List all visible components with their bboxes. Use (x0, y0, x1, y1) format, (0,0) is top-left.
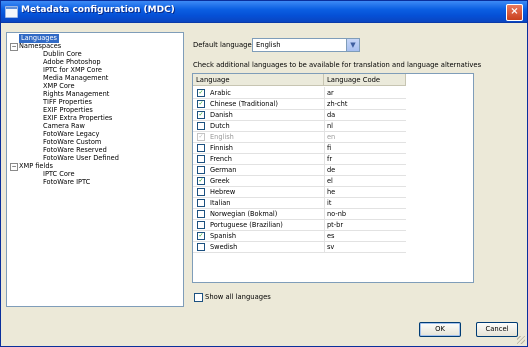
language-code: ar (327, 89, 334, 97)
language-cell: Portuguese (Brazilian) (193, 219, 325, 230)
language-code: fr (327, 155, 333, 163)
instructions-text: Check additional languages to be availab… (193, 61, 482, 69)
language-checkbox[interactable]: ✓ (197, 100, 205, 108)
language-cell: ✓ English (193, 131, 325, 142)
language-cell: ✓ Spanish (193, 230, 325, 241)
column-header-code[interactable]: Language Code (324, 74, 406, 86)
language-code: fi (327, 144, 332, 152)
language-checkbox[interactable] (197, 210, 205, 218)
language-cell: ✓ Arabic (193, 87, 325, 98)
default-language-label: Default language: (193, 41, 254, 49)
language-name: Chinese (Traditional) (210, 100, 278, 108)
language-code: no-nb (327, 210, 347, 218)
title-bar[interactable]: Metadata configuration (MDC) × (1, 1, 527, 23)
language-name: Portuguese (Brazilian) (210, 221, 283, 229)
language-name: Spanish (210, 232, 237, 240)
tree-item[interactable]: FotoWare User Defined (43, 154, 119, 163)
language-checkbox[interactable] (197, 122, 205, 130)
window-icon (5, 6, 18, 18)
language-cell: Dutch (193, 120, 325, 131)
language-code: he (327, 188, 336, 196)
window-title: Metadata configuration (MDC) (21, 5, 175, 15)
language-checkbox[interactable] (197, 221, 205, 229)
chevron-down-icon[interactable]: ▼ (346, 39, 359, 51)
language-checkbox[interactable] (197, 155, 205, 163)
language-cell: Italian (193, 197, 325, 208)
tree-expander-icon[interactable]: − (10, 163, 18, 171)
language-name: Greek (210, 177, 230, 185)
language-code: pt-br (327, 221, 344, 229)
language-cell: ✓ Greek (193, 175, 325, 186)
cancel-button[interactable]: Cancel (476, 322, 518, 337)
language-name: Finnish (210, 144, 233, 152)
language-name: Hebrew (210, 188, 236, 196)
language-code: it (327, 199, 332, 207)
language-cell: ✓ Danish (193, 109, 325, 120)
language-code: da (327, 111, 336, 119)
language-name: Danish (210, 111, 233, 119)
language-code: de (327, 166, 336, 174)
language-code: sv (327, 243, 335, 251)
language-checkbox[interactable] (197, 144, 205, 152)
language-checkbox[interactable]: ✓ (197, 111, 205, 119)
languages-table: Language Language Code ✓ Arabic ar ✓ Chinese… (192, 73, 474, 283)
language-name: Dutch (210, 122, 230, 130)
language-checkbox[interactable]: ✓ (197, 89, 205, 97)
language-name: Norwegian (Bokmal) (210, 210, 278, 218)
language-name: Arabic (210, 89, 231, 97)
language-checkbox: ✓ (197, 133, 205, 141)
language-name: Swedish (210, 243, 238, 251)
language-name: Italian (210, 199, 231, 207)
tree-expander-icon[interactable]: − (10, 43, 18, 51)
language-checkbox[interactable]: ✓ (197, 177, 205, 185)
show-all-label: Show all languages (205, 293, 271, 301)
language-checkbox[interactable] (197, 199, 205, 207)
language-checkbox[interactable] (197, 188, 205, 196)
language-checkbox[interactable] (197, 243, 205, 251)
language-code: es (327, 232, 335, 240)
language-cell: French (193, 153, 325, 164)
language-cell: ✓ Chinese (Traditional) (193, 98, 325, 109)
language-cell: Hebrew (193, 186, 325, 197)
language-code: en (327, 133, 336, 141)
language-code: nl (327, 122, 334, 130)
category-tree: Languages − Namespaces Dublin Core Adobe Pho… (6, 32, 184, 307)
language-code: el (327, 177, 333, 185)
language-name: English (210, 133, 234, 141)
table-row[interactable]: Swedish sv (193, 241, 406, 253)
language-cell: Finnish (193, 142, 325, 153)
dialog-window: Metadata configuration (MDC) × Languages… (0, 0, 528, 347)
column-header-language[interactable]: Language (193, 74, 324, 86)
language-cell: Norwegian (Bokmal) (193, 208, 325, 219)
language-name: French (210, 155, 232, 163)
language-cell: German (193, 164, 325, 175)
language-name: German (210, 166, 237, 174)
language-code: zh-cht (327, 100, 348, 108)
language-checkbox[interactable]: ✓ (197, 232, 205, 240)
tree-item[interactable]: FotoWare IPTC (43, 178, 90, 187)
default-language-value: English (256, 41, 281, 49)
language-cell: Swedish (193, 241, 325, 252)
default-language-select[interactable]: English ▼ (252, 38, 360, 52)
resize-grip-icon[interactable] (517, 336, 525, 344)
show-all-checkbox[interactable] (194, 293, 203, 302)
close-button[interactable]: × (506, 4, 523, 21)
ok-button[interactable]: OK (419, 322, 461, 337)
language-checkbox[interactable] (197, 166, 205, 174)
